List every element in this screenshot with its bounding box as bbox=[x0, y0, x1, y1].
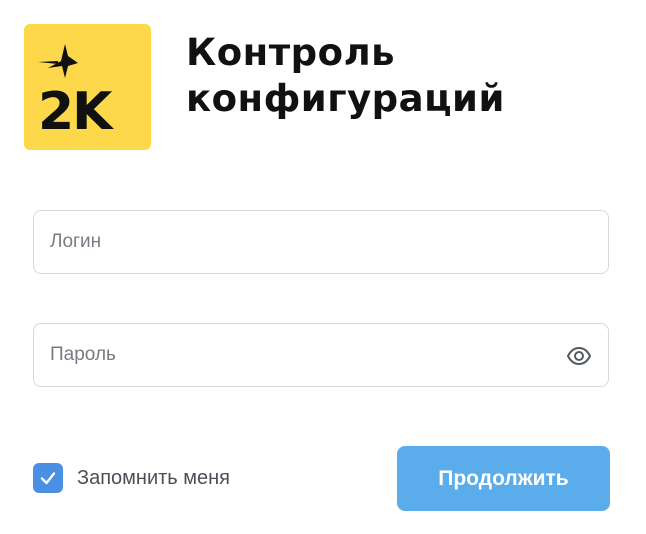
page-title: Контроль конфигураций bbox=[186, 30, 505, 122]
page-title-line-1: Контроль bbox=[186, 31, 396, 74]
remember-me-checkbox[interactable]: Запомнить меня bbox=[33, 462, 230, 494]
eye-icon[interactable] bbox=[566, 343, 592, 369]
password-input[interactable] bbox=[50, 324, 570, 386]
login-input[interactable] bbox=[50, 211, 570, 273]
star-icon bbox=[38, 44, 78, 78]
page-title-line-2: конфигураций bbox=[186, 77, 505, 120]
checkbox-box[interactable] bbox=[33, 463, 63, 493]
login-page: 2K Контроль конфигураций Запомнить меня … bbox=[0, 0, 646, 534]
login-field[interactable] bbox=[33, 210, 609, 274]
password-field[interactable] bbox=[33, 323, 609, 387]
logo-text: 2K bbox=[38, 82, 112, 142]
remember-me-label: Запомнить меня bbox=[77, 466, 231, 489]
app-logo: 2K bbox=[24, 24, 151, 150]
continue-button[interactable]: Продолжить bbox=[397, 446, 610, 511]
checkmark-icon bbox=[40, 472, 56, 485]
